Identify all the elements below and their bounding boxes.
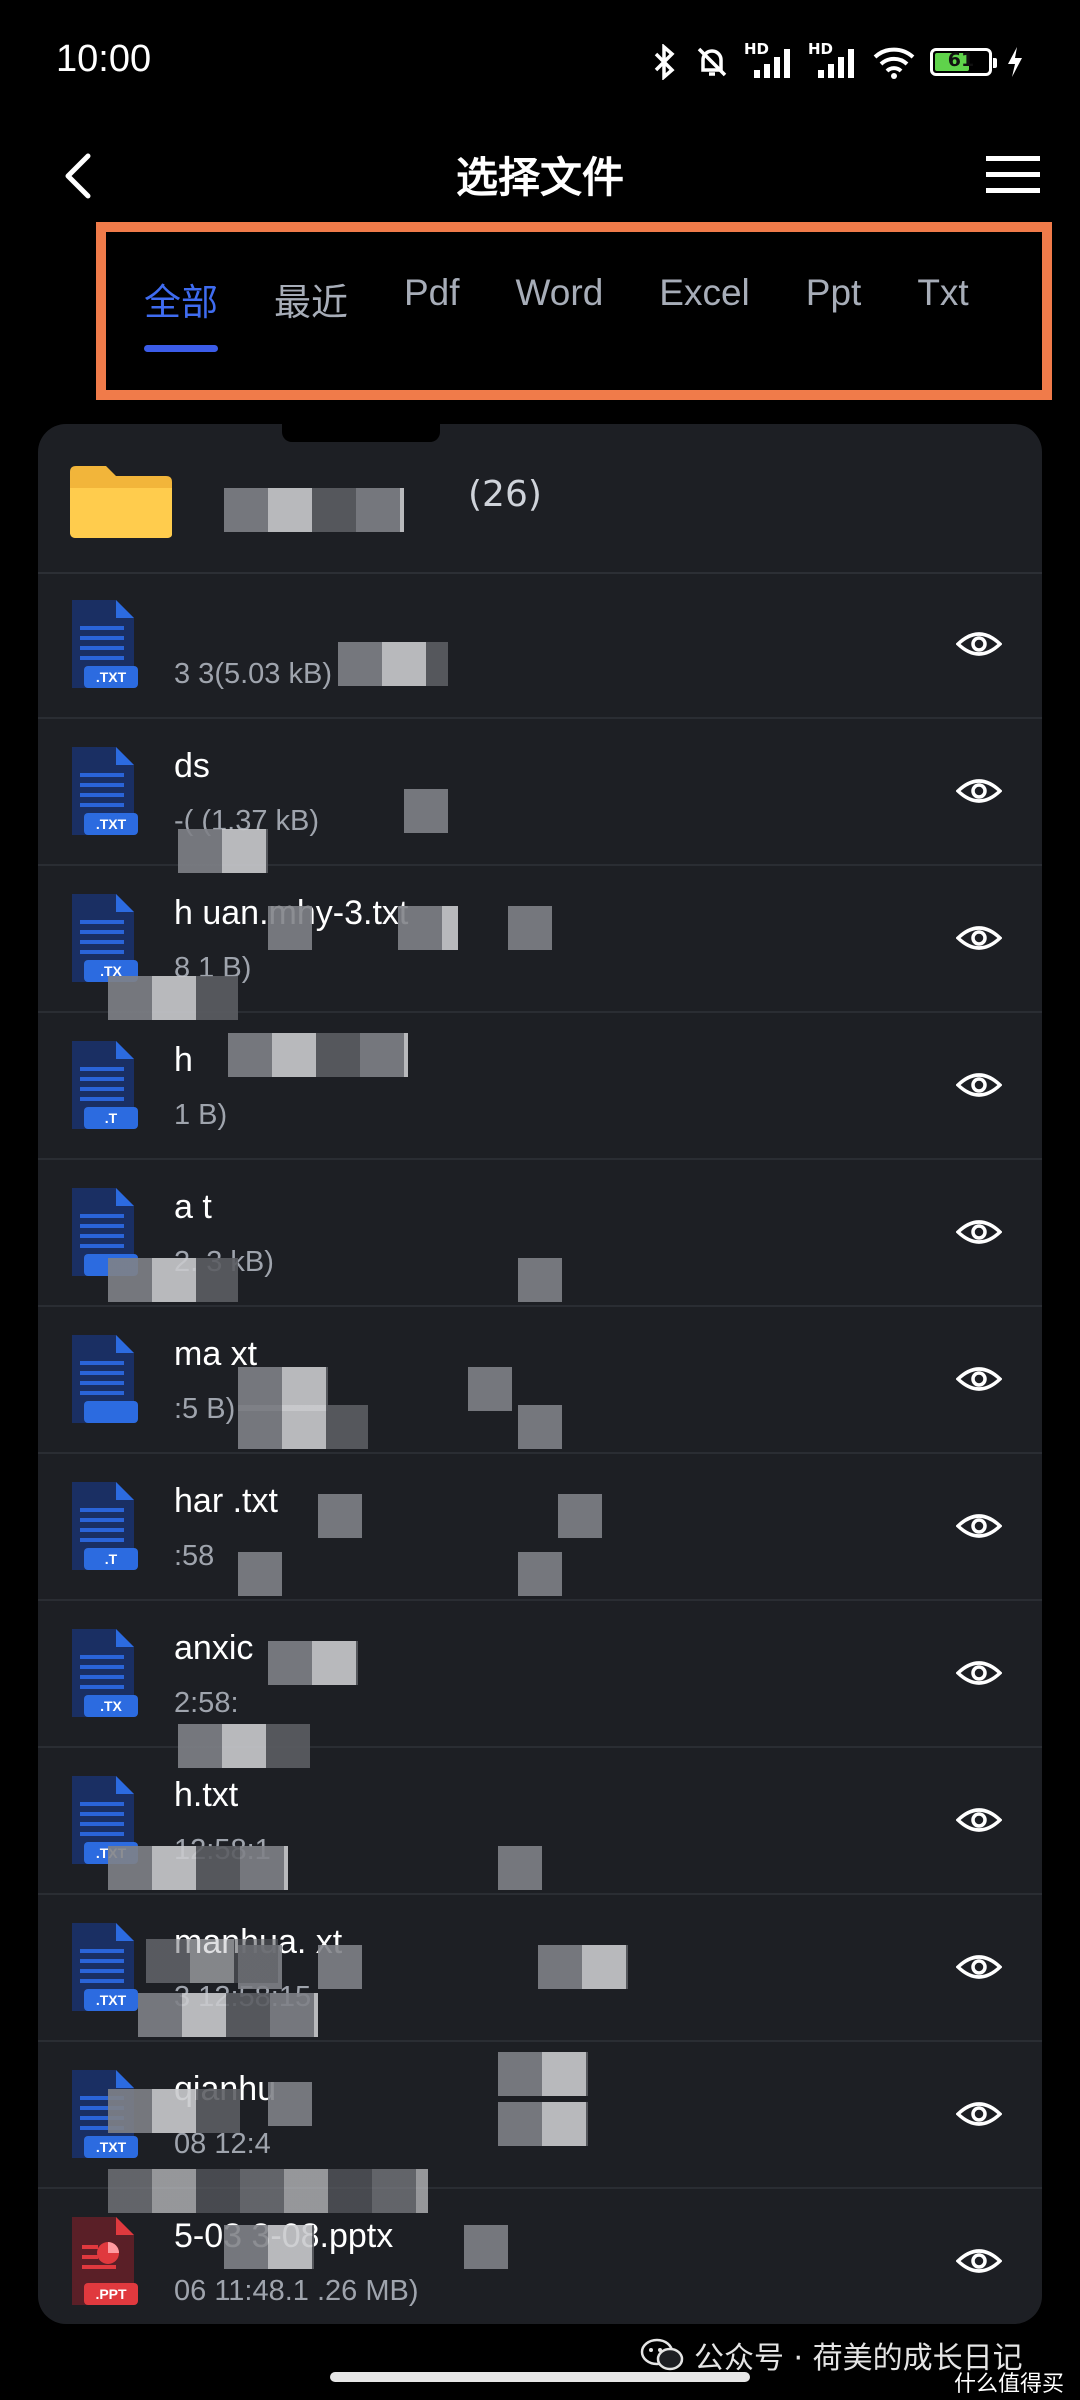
tab-highlight-box: 全部 最近 Pdf Word Excel Ppt Txt: [96, 222, 1052, 400]
file-row[interactable]: a t2. 3 kB): [38, 1160, 1042, 1307]
preview-eye-icon[interactable]: [956, 1506, 1002, 1546]
redaction-mosaic: [464, 2225, 508, 2269]
file-row[interactable]: .TXh uan.mhy-3.txt8 1 B): [38, 866, 1042, 1020]
preview-eye-icon[interactable]: [956, 1947, 1002, 1987]
redaction-mosaic: [498, 1846, 542, 1890]
file-row[interactable]: .TXTh.txt12:58:1: [38, 1748, 1042, 1895]
svg-text:.TXT: .TXT: [96, 669, 127, 685]
battery-icon: 61: [930, 48, 997, 76]
preview-eye-icon[interactable]: [956, 1653, 1002, 1693]
redaction-mosaic: [138, 1993, 318, 2037]
app-header: 选择文件: [0, 130, 1080, 220]
svg-text:.TXT: .TXT: [96, 2139, 127, 2155]
preview-eye-icon[interactable]: [956, 2094, 1002, 2134]
svg-text:.TXT: .TXT: [96, 1992, 127, 2008]
file-meta: 1 B): [174, 1099, 228, 1131]
signal-icon-1: HD: [744, 40, 794, 80]
filter-tabs: 全部 最近 Pdf Word Excel Ppt Txt: [144, 272, 1025, 352]
svg-text:.TX: .TX: [100, 1698, 122, 1714]
redaction-mosaic: [268, 2082, 312, 2126]
bluetooth-icon: [654, 44, 675, 80]
file-row[interactable]: .T har .txt :58: [38, 1454, 1042, 1601]
txt-file-icon: [72, 1335, 138, 1423]
file-meta: 2:58:: [174, 1687, 239, 1719]
file-meta: :5 B): [174, 1393, 236, 1425]
tab-pdf[interactable]: Pdf: [404, 272, 460, 326]
file-name: h: [174, 1041, 193, 1079]
folder-icon: [70, 466, 172, 538]
home-indicator[interactable]: [330, 2372, 750, 2382]
svg-text:.T: .T: [105, 1110, 118, 1126]
file-name: ds: [174, 747, 210, 785]
file-row[interactable]: .TXT 3 3(5.03 kB): [38, 572, 1042, 719]
page-title: 选择文件: [455, 153, 624, 202]
preview-eye-icon[interactable]: [956, 1212, 1002, 1252]
tab-all[interactable]: 全部: [144, 272, 218, 352]
wechat-icon: [640, 2338, 684, 2371]
charging-icon: [1008, 47, 1022, 77]
svg-text:.TXT: .TXT: [96, 816, 127, 832]
battery-level: 61: [947, 49, 975, 71]
file-name: h.txt: [174, 1776, 239, 1814]
preview-eye-icon[interactable]: [956, 2241, 1002, 2281]
redaction-mosaic: [518, 1552, 562, 1596]
status-bar: 10:00 HD HD 61: [0, 0, 1080, 130]
txt-file-icon: .TXT: [72, 600, 138, 688]
file-name: anxic: [174, 1629, 254, 1667]
redaction-mosaic: [498, 2052, 588, 2096]
redaction-mosaic: [498, 2102, 588, 2146]
status-icons: HD HD 61: [650, 40, 1024, 82]
redaction-mosaic: [518, 1258, 562, 1302]
preview-eye-icon[interactable]: [956, 771, 1002, 811]
file-name: har .txt: [174, 1482, 278, 1520]
preview-eye-icon[interactable]: [956, 1359, 1002, 1399]
tab-txt[interactable]: Txt: [917, 272, 968, 326]
redaction-mosaic: [518, 1405, 562, 1449]
file-row[interactable]: ma xt:5 B): [38, 1307, 1042, 1454]
preview-eye-icon[interactable]: [956, 624, 1002, 664]
preview-eye-icon[interactable]: [956, 1065, 1002, 1105]
redaction-mosaic: [238, 1552, 282, 1596]
redaction-mosaic: [108, 1258, 238, 1302]
file-meta: 06 11:48.1 .26 MB): [174, 2275, 419, 2307]
tab-excel[interactable]: Excel: [659, 272, 749, 326]
svg-text:.PPT: .PPT: [95, 2286, 127, 2302]
redaction-mosaic-1: [178, 1724, 310, 1768]
file-panel: (26) .TXT 3 3(5.03 kB) .TXT ds -( (1.37 kB).…: [38, 424, 1042, 2324]
watermark-sub: 什么值得买: [953, 2372, 1064, 2397]
redaction-mosaic: [558, 1494, 602, 1538]
bell-muted-icon: [697, 47, 727, 77]
file-row[interactable]: .T h 1 B): [38, 1013, 1042, 1160]
status-time: 10:00: [56, 38, 152, 80]
preview-eye-icon[interactable]: [956, 918, 1002, 958]
file-row[interactable]: .TXT ds -( (1.37 kB): [38, 719, 1042, 873]
tab-ppt[interactable]: Ppt: [806, 272, 862, 326]
txt-file-icon: .TX: [72, 894, 138, 982]
txt-file-icon: .T: [72, 1041, 138, 1129]
txt-file-icon: .T: [72, 1482, 138, 1570]
redaction-mosaic-2: [108, 2169, 428, 2213]
tab-recent[interactable]: 最近: [274, 272, 348, 326]
redaction-mosaic-4: [108, 2089, 240, 2133]
signal-icon-2: HD: [808, 40, 858, 80]
redaction-mosaic: [108, 1846, 288, 1890]
redaction-mosaic: [538, 1945, 628, 1989]
file-list: .TXT3 3(5.03 kB).TXTds-( (1.37 kB).TXh u…: [38, 572, 1042, 2324]
svg-text:.T: .T: [105, 1551, 118, 1567]
panel-notch: [282, 420, 440, 442]
redaction-mosaic-3: [146, 1939, 278, 1983]
redaction-mosaic: [224, 2225, 314, 2269]
tab-word[interactable]: Word: [516, 272, 604, 326]
redaction-mosaic: [508, 906, 552, 950]
folder-row[interactable]: (26): [38, 424, 1042, 574]
wifi-icon: [873, 47, 915, 79]
txt-file-icon: .TXT: [72, 747, 138, 835]
preview-eye-icon[interactable]: [956, 1800, 1002, 1840]
txt-file-icon: .TXT: [72, 1923, 138, 2011]
ppt-file-icon: .PPT: [72, 2217, 138, 2305]
txt-file-icon: .TX: [72, 1629, 138, 1717]
file-name: a t: [174, 1188, 212, 1226]
file-meta: :58: [174, 1540, 215, 1572]
menu-icon[interactable]: [986, 154, 1040, 196]
